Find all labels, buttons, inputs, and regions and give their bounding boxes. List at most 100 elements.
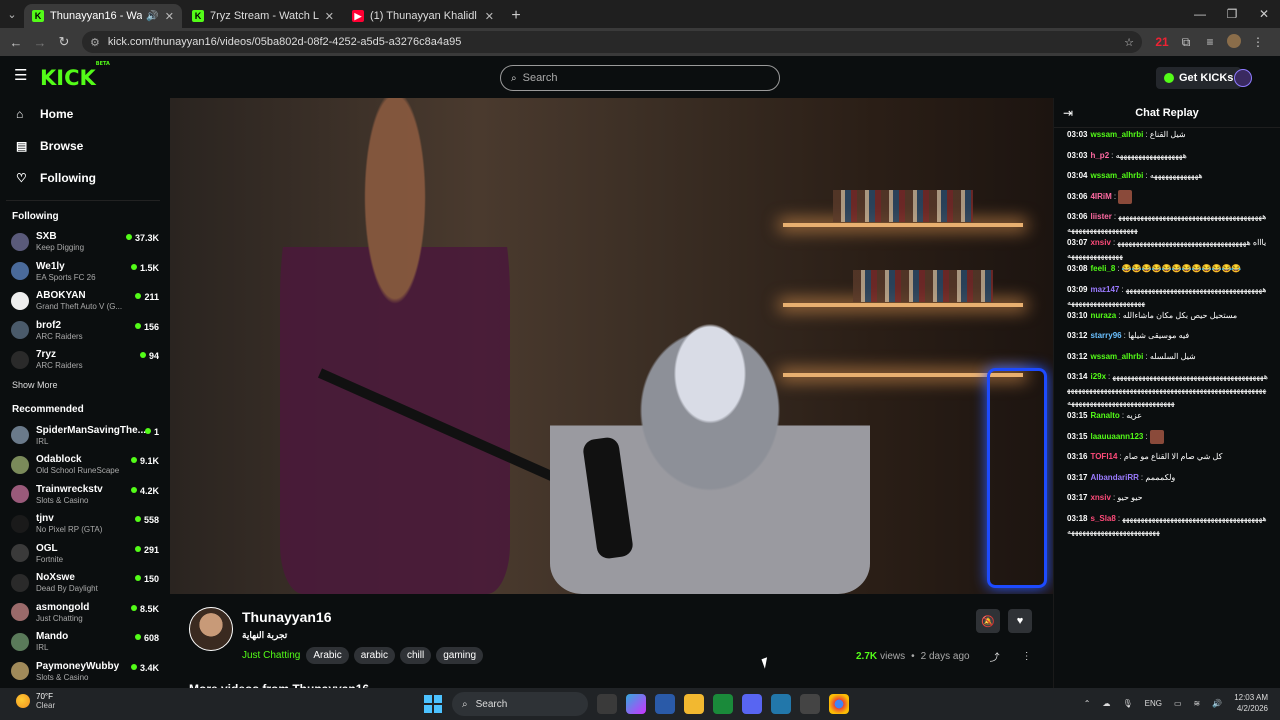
- site-info-icon[interactable]: ⚙: [90, 36, 100, 49]
- message-username[interactable]: laauuaann123: [1090, 432, 1143, 441]
- search-input[interactable]: ⌕ Search: [500, 65, 780, 91]
- get-kicks-button[interactable]: Get KICKs: [1156, 67, 1242, 89]
- tag-chip[interactable]: Arabic: [306, 647, 349, 664]
- nav-home[interactable]: ⌂ Home: [0, 98, 166, 130]
- menu-dots-icon[interactable]: ⋮: [1246, 35, 1270, 49]
- message-username[interactable]: starry96: [1090, 331, 1121, 340]
- tab-list-chevron-icon[interactable]: ⌄: [0, 0, 24, 28]
- tag-chip[interactable]: arabic: [353, 647, 395, 664]
- minimize-icon[interactable]: —: [1184, 0, 1216, 28]
- more-options-icon[interactable]: ⋮: [1022, 651, 1032, 662]
- sidebar-channel[interactable]: asmongold Just Chatting 8.5K: [0, 598, 166, 628]
- sidebar-channel[interactable]: We1ly EA Sports FC 26 1.5K: [0, 257, 166, 287]
- message-username[interactable]: Ranalto: [1090, 411, 1119, 420]
- tray-chevron-icon[interactable]: ⌃: [1084, 699, 1091, 708]
- message-username[interactable]: nuraza: [1090, 311, 1116, 320]
- sidebar-channel[interactable]: 7ryz ARC Raiders 94: [0, 345, 166, 375]
- channel-avatar: [11, 321, 29, 340]
- task-view-icon[interactable]: [597, 694, 617, 714]
- close-tab-icon[interactable]: ✕: [325, 10, 334, 23]
- show-more-link[interactable]: Show More: [0, 375, 166, 395]
- sidebar-channel[interactable]: PaymoneyWubby Slots & Casino 3.4K: [0, 657, 166, 687]
- notifications-off-button[interactable]: 🔕: [976, 609, 1000, 633]
- close-tab-icon[interactable]: ✕: [165, 10, 174, 23]
- new-tab-button[interactable]: +: [504, 4, 528, 28]
- message-username[interactable]: s_Sla8: [1090, 514, 1115, 523]
- sidebar-channel[interactable]: SpiderManSavingThe... IRL 1: [0, 421, 166, 451]
- message-username[interactable]: xnsiv: [1090, 493, 1110, 502]
- hamburger-menu-icon[interactable]: ☰: [14, 68, 28, 83]
- sidebar-channel[interactable]: Trainwreckstv Slots & Casino 4.2K: [0, 480, 166, 510]
- chrome-icon[interactable]: [829, 694, 849, 714]
- message-username[interactable]: feeli_8: [1090, 264, 1115, 273]
- message-username[interactable]: wssam_alhrbi: [1090, 171, 1143, 180]
- sidebar-channel[interactable]: NoXswe Dead By Daylight 150: [0, 568, 166, 598]
- store-icon[interactable]: [655, 694, 675, 714]
- close-window-icon[interactable]: ✕: [1248, 0, 1280, 28]
- volume-icon[interactable]: 🔊: [1212, 699, 1222, 708]
- browser-tab-3[interactable]: ▶ (1) Thunayyan Khalidl - YouTub ✕: [344, 4, 502, 28]
- language-indicator[interactable]: ENG: [1145, 699, 1162, 708]
- kick-logo[interactable]: KICKBETA: [40, 61, 110, 90]
- share-icon[interactable]: ⤴: [990, 649, 1000, 664]
- mic-icon[interactable]: 🎙: [1122, 699, 1132, 708]
- windows-start-icon[interactable]: [424, 695, 442, 713]
- forward-arrow-icon[interactable]: →: [28, 35, 52, 50]
- browser-tab-1[interactable]: K Thunayyan16 - Watch the V 🔊 ✕: [24, 4, 182, 28]
- sidebar-channel[interactable]: tjnv No Pixel RP (GTA) 558: [0, 509, 166, 539]
- file-explorer-icon[interactable]: [684, 694, 704, 714]
- address-bar[interactable]: ⚙ kick.com/thunayyan16/videos/05ba802d-0…: [82, 31, 1142, 53]
- taskbar-search[interactable]: ⌕ Search: [452, 692, 588, 716]
- reload-icon[interactable]: ↻: [52, 34, 76, 50]
- reading-list-icon[interactable]: ≡: [1198, 35, 1222, 49]
- video-person: [280, 98, 510, 594]
- app-icon[interactable]: [800, 694, 820, 714]
- sidebar-channel[interactable]: Mando IRL 608: [0, 627, 166, 657]
- message-username[interactable]: liister: [1090, 212, 1111, 221]
- extension-badge[interactable]: 21: [1150, 35, 1174, 49]
- browser-tab-2[interactable]: K 7ryz Stream - Watch Live on Ki ✕: [184, 4, 342, 28]
- message-username[interactable]: wssam_alhrbi: [1090, 130, 1143, 139]
- clock[interactable]: 12:03 AM 4/2/2026: [1234, 692, 1268, 714]
- sidebar-channel[interactable]: brof2 ARC Raiders 156: [0, 316, 166, 346]
- close-tab-icon[interactable]: ✕: [485, 10, 494, 23]
- streamer-name[interactable]: Thunayyan16: [242, 609, 331, 625]
- maximize-icon[interactable]: ❐: [1216, 0, 1248, 28]
- collapse-chat-icon[interactable]: ⇥: [1054, 106, 1082, 120]
- category-link[interactable]: Just Chatting: [242, 650, 300, 661]
- video-player[interactable]: [170, 98, 1053, 594]
- sidebar-channel[interactable]: OGL Fortnite 291: [0, 539, 166, 569]
- message-username[interactable]: xnsiv: [1090, 238, 1110, 247]
- follow-heart-button[interactable]: ♥: [1008, 609, 1032, 633]
- copilot-icon[interactable]: [626, 694, 646, 714]
- message-username[interactable]: AlbandariRR: [1090, 473, 1138, 482]
- streamer-avatar[interactable]: [189, 607, 233, 651]
- message-username[interactable]: h_p2: [1090, 151, 1109, 160]
- chat-message: 03:06 liister: هههههههههههههههههههههههههه…: [1067, 212, 1267, 234]
- message-username[interactable]: 4IRiM: [1090, 192, 1111, 201]
- speaker-icon[interactable]: 🔊: [146, 11, 158, 22]
- app-icon[interactable]: [771, 694, 791, 714]
- extensions-puzzle-icon[interactable]: ⧉: [1174, 35, 1198, 50]
- bookmark-star-icon[interactable]: ☆: [1124, 36, 1134, 49]
- nav-following[interactable]: ♡ Following: [0, 162, 166, 194]
- user-avatar[interactable]: [1234, 69, 1252, 87]
- xbox-icon[interactable]: [713, 694, 733, 714]
- sidebar-channel[interactable]: SXB Keep Digging 37.3K: [0, 227, 166, 257]
- display-icon[interactable]: ▭: [1174, 699, 1182, 708]
- message-username[interactable]: maz147: [1090, 285, 1119, 294]
- weather-widget[interactable]: 70°F Clear: [16, 692, 55, 710]
- cloud-icon[interactable]: ☁: [1102, 699, 1110, 708]
- back-arrow-icon[interactable]: ←: [4, 35, 28, 50]
- profile-avatar[interactable]: [1222, 33, 1246, 51]
- sidebar-channel[interactable]: ABOKYAN Grand Theft Auto V (G... 211: [0, 286, 166, 316]
- tag-chip[interactable]: gaming: [436, 647, 484, 664]
- message-username[interactable]: wssam_alhrbi: [1090, 352, 1143, 361]
- sidebar-channel[interactable]: Odablock Old School RuneScape 9.1K: [0, 450, 166, 480]
- wifi-icon[interactable]: ≋: [1194, 699, 1201, 708]
- message-username[interactable]: i29x: [1090, 372, 1106, 381]
- tag-chip[interactable]: chill: [399, 647, 432, 664]
- discord-icon[interactable]: [742, 694, 762, 714]
- nav-browse[interactable]: ▤ Browse: [0, 130, 166, 162]
- message-username[interactable]: TOFI14: [1090, 452, 1117, 461]
